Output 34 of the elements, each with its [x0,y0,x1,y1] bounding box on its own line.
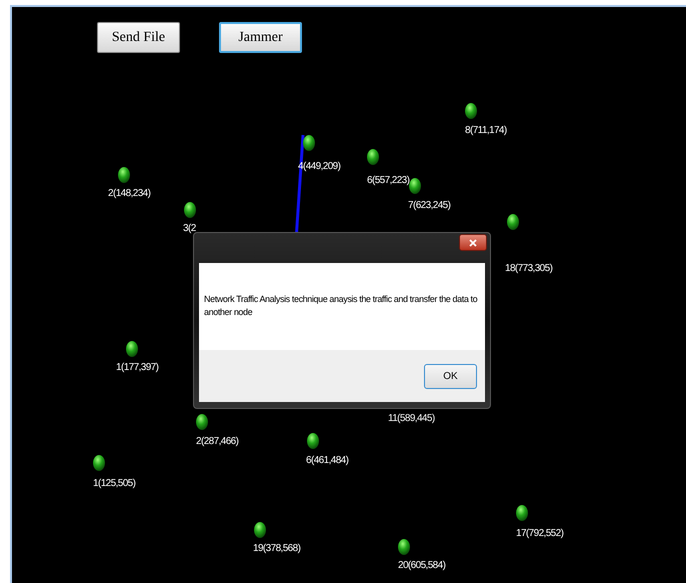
node-icon[interactable] [254,522,266,538]
ok-button[interactable]: OK [424,364,477,388]
node-icon[interactable] [409,178,421,194]
node-label: 3(2 [183,224,196,234]
node-label: 11(589,445) [388,414,435,424]
node-icon[interactable] [398,539,410,555]
node-label: 6(461,484) [306,456,348,466]
node-icon[interactable] [118,167,130,183]
node-icon[interactable] [126,341,138,357]
node-label: 2(287,466) [196,437,238,447]
node-icon[interactable] [465,103,477,119]
node-label: 19(378,568) [253,544,300,554]
close-icon [469,238,477,246]
node-label: 6(557,223) [367,176,410,186]
node-label: 1(177,397) [116,363,158,373]
toolbar-button[interactable]: Send File [97,22,180,53]
node-label: 20(605,584) [398,561,446,571]
node-label: 1(125,505) [93,479,136,489]
node-icon[interactable] [307,433,319,449]
dialog-message: Network Traffic Analysis technique anaysis the traffic and transfer the data to another node [204,293,478,319]
node-label: 8(711,174) [465,126,507,136]
node-icon[interactable] [93,455,105,471]
node-label: 7(623,245) [408,201,450,211]
toolbar-button[interactable]: Jammer [219,22,302,53]
node-icon[interactable] [303,135,315,151]
node-icon[interactable] [367,149,379,165]
close-button[interactable] [459,234,487,251]
node-icon[interactable] [184,202,196,218]
node-icon[interactable] [516,505,528,521]
node-label: 17(792,552) [516,529,564,539]
node-label: 18(773,305) [505,264,552,274]
node-icon[interactable] [507,214,519,230]
node-label: 2(148,234) [108,189,150,199]
node-icon[interactable] [196,414,208,430]
